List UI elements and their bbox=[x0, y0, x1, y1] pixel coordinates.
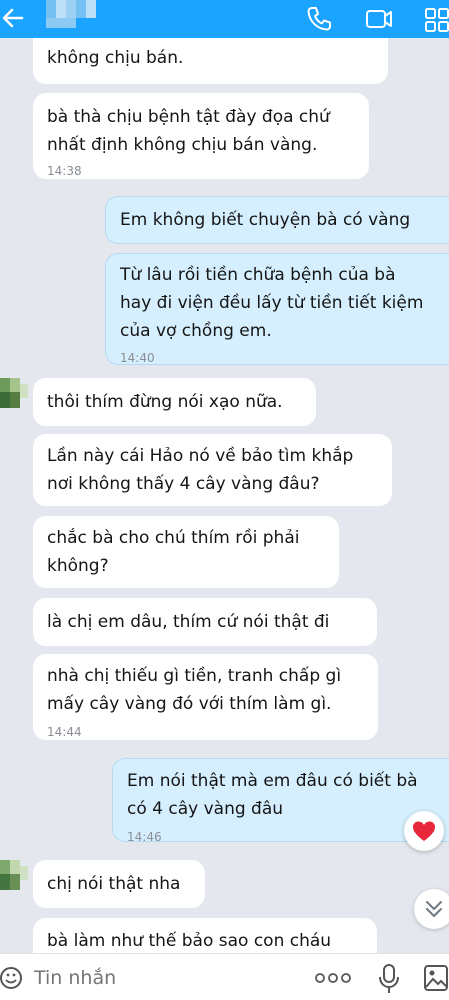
message-composer bbox=[0, 953, 449, 1000]
message-text: là chị em dâu, thím cứ nói thật đi bbox=[47, 612, 330, 632]
phone-icon[interactable] bbox=[304, 4, 334, 34]
more-dots-icon[interactable] bbox=[313, 968, 353, 988]
message-time: 14:40 bbox=[120, 351, 155, 365]
message-text: không chịu bán. bbox=[47, 48, 184, 68]
grid-menu-icon[interactable] bbox=[422, 4, 449, 34]
contact-avatar[interactable] bbox=[0, 860, 28, 890]
message-text: chị nói thật nha bbox=[47, 874, 181, 894]
message-time: 14:44 bbox=[47, 725, 82, 739]
message-text: bà làm như thế bảo sao con cháu bbox=[47, 931, 332, 951]
message-bubble[interactable]: Từ lâu rồi tiền chữa bệnh của bà hay đi … bbox=[105, 253, 449, 365]
message-text: chắc bà cho chú thím rồi phải bbox=[47, 528, 300, 548]
message-bubble[interactable]: bà thà chịu bệnh tật đày đọa chứ nhất đị… bbox=[33, 93, 369, 179]
message-input[interactable] bbox=[34, 964, 304, 992]
message-text: Em không biết chuyện bà có vàng bbox=[120, 210, 411, 230]
message-text: hay đi viện đều lấy từ tiền tiết kiệm bbox=[120, 293, 424, 313]
message-text: thôi thím đừng nói xạo nữa. bbox=[47, 392, 283, 412]
message-text: bà thà chịu bệnh tật đày đọa chứ bbox=[47, 107, 330, 127]
message-text: nơi không thấy 4 cây vàng đâu? bbox=[47, 474, 320, 494]
message-text: của vợ chồng em. bbox=[120, 321, 272, 341]
sticker-icon[interactable] bbox=[0, 963, 28, 993]
message-bubble[interactable]: chắc bà cho chú thím rồi phải không? bbox=[33, 516, 339, 588]
contact-avatar[interactable] bbox=[0, 378, 28, 408]
video-camera-icon[interactable] bbox=[364, 4, 394, 34]
message-text: Em nói thật mà em đâu có biết bà bbox=[127, 771, 418, 791]
message-bubble[interactable]: là chị em dâu, thím cứ nói thật đi bbox=[33, 598, 377, 646]
contact-name-pixelated[interactable] bbox=[46, 0, 96, 18]
arrow-left-icon[interactable] bbox=[0, 3, 26, 33]
message-text: mấy cây vàng đó với thím làm gì. bbox=[47, 694, 332, 714]
heart-icon bbox=[413, 821, 435, 841]
message-text: có 4 cây vàng đâu bbox=[127, 799, 284, 819]
message-bubble[interactable]: Lần này cái Hảo nó về bảo tìm khắp nơi k… bbox=[33, 434, 392, 506]
message-bubble[interactable]: Em nói thật mà em đâu có biết bà có 4 câ… bbox=[112, 758, 449, 844]
message-text: không? bbox=[47, 556, 109, 576]
message-bubble[interactable]: Em không biết chuyện bà có vàng bbox=[105, 196, 449, 244]
message-text: Từ lâu rồi tiền chữa bệnh của bà bbox=[120, 265, 396, 285]
message-text: nhà chị thiếu gì tiền, tranh chấp gì bbox=[47, 666, 342, 686]
double-chevron-down-icon bbox=[426, 901, 442, 917]
image-icon[interactable] bbox=[422, 963, 449, 993]
scroll-down-button[interactable] bbox=[414, 889, 449, 929]
message-bubble[interactable]: không chịu bán. bbox=[33, 36, 388, 84]
message-time: 14:46 bbox=[127, 830, 162, 844]
chat-header bbox=[0, 0, 449, 38]
message-bubble[interactable]: nhà chị thiếu gì tiền, tranh chấp gì mấy… bbox=[33, 654, 378, 740]
message-reaction[interactable] bbox=[404, 811, 444, 851]
contact-status-pixelated bbox=[46, 18, 76, 28]
message-text: Lần này cái Hảo nó về bảo tìm khắp bbox=[47, 446, 354, 466]
microphone-icon[interactable] bbox=[376, 963, 402, 995]
message-bubble[interactable]: chị nói thật nha bbox=[33, 860, 205, 908]
message-bubble[interactable]: thôi thím đừng nói xạo nữa. bbox=[33, 378, 316, 426]
message-text: nhất định không chịu bán vàng. bbox=[47, 135, 318, 155]
message-time: 14:38 bbox=[47, 164, 82, 178]
